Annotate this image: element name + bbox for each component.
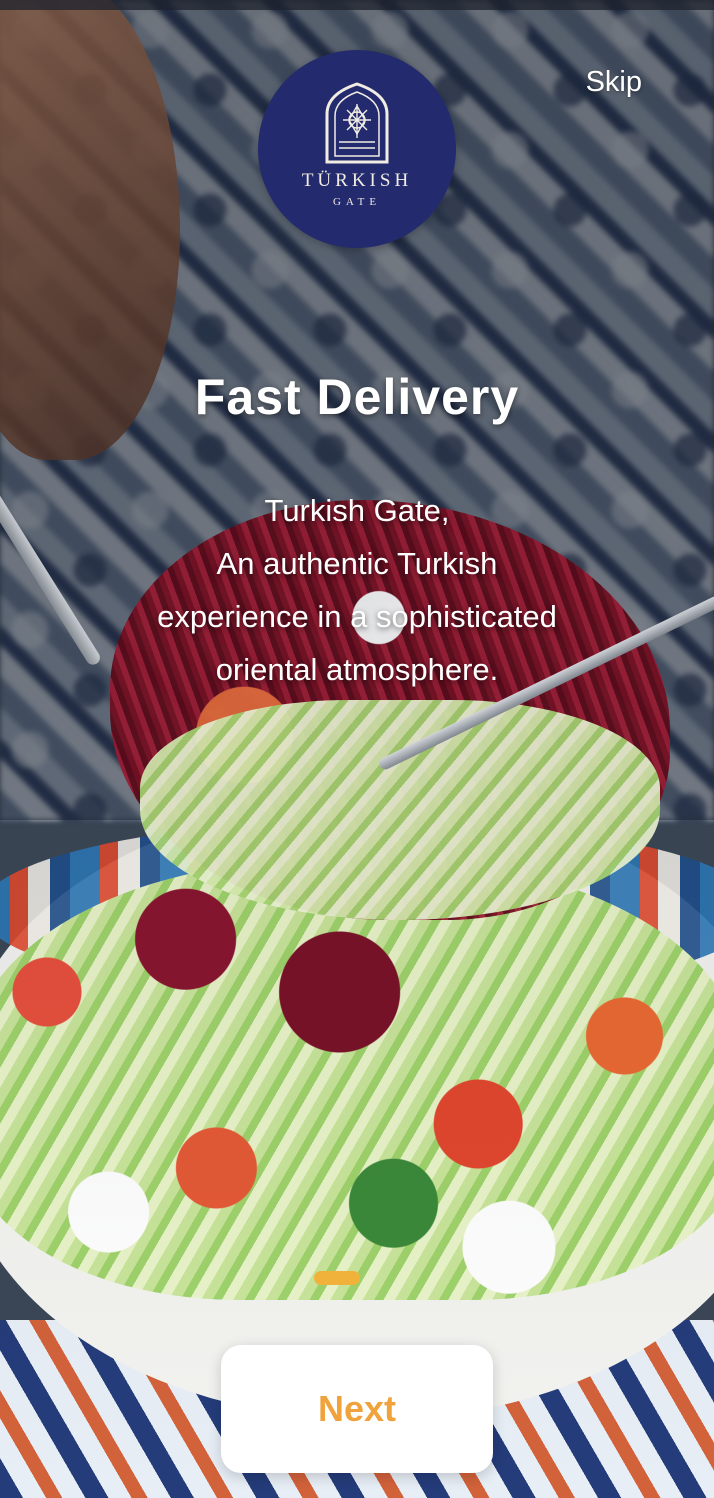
next-button[interactable]: Next xyxy=(221,1345,493,1473)
status-bar xyxy=(0,0,714,10)
description-line: An authentic Turkish xyxy=(216,546,498,581)
turkish-gate-logo: TÜRKISH GATE xyxy=(258,50,456,248)
description-line: experience in a sophisticated xyxy=(157,599,557,634)
onboarding-description: Turkish Gate, An authentic Turkish exper… xyxy=(0,484,714,696)
page-indicator-active xyxy=(314,1271,360,1285)
onboarding-screen: TÜRKISH GATE Skip Fast Delivery Turkish … xyxy=(0,0,714,1498)
skip-button[interactable]: Skip xyxy=(586,66,642,99)
logo-wordmark: TÜRKISH xyxy=(301,170,413,191)
description-line: oriental atmosphere. xyxy=(215,652,499,687)
mosque-arch-logo-icon xyxy=(325,82,389,164)
logo-subword: GATE xyxy=(332,196,382,208)
onboarding-title: Fast Delivery xyxy=(194,369,520,425)
description-line: Turkish Gate, xyxy=(264,493,450,528)
